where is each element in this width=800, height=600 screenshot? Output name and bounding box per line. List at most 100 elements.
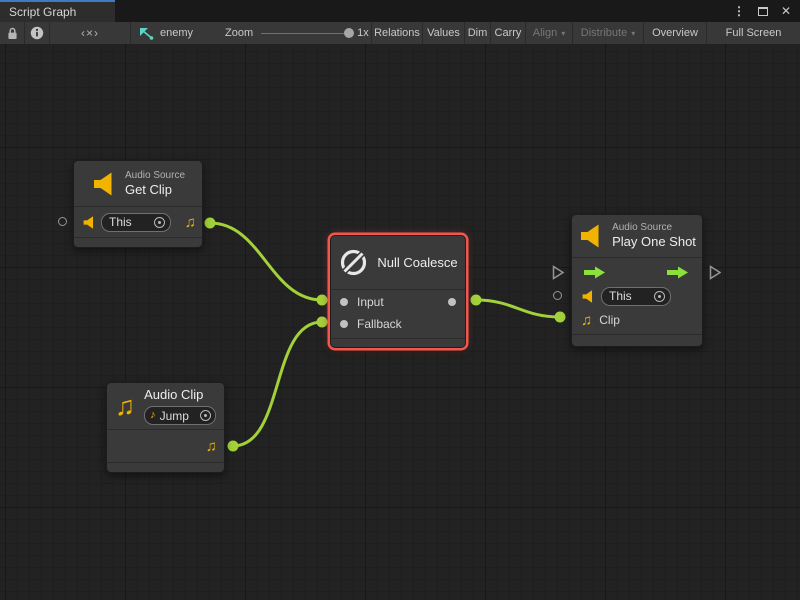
port-input-icon[interactable]	[340, 298, 348, 306]
null-coalesce-icon	[338, 247, 369, 278]
node-play-one-shot[interactable]: Audio Source Play One Shot	[571, 214, 703, 347]
object-picker-icon[interactable]	[654, 291, 665, 302]
zoom-value: 1x	[357, 27, 369, 39]
port-audioclip-output[interactable]	[228, 441, 239, 452]
zoom-slider[interactable]	[261, 33, 349, 34]
chevron-down-icon: ▾	[561, 29, 565, 38]
toolbar-middle: enemy Zoom 1x	[131, 22, 372, 44]
port-fallback-icon[interactable]	[340, 320, 348, 328]
relations-button[interactable]: Relations	[372, 22, 423, 44]
node-null-coalesce[interactable]: Null Coalesce Input Fallback	[330, 235, 466, 348]
zoom-label: Zoom	[225, 27, 253, 39]
object-picker-icon[interactable]	[154, 217, 165, 228]
script-graph-icon	[139, 27, 154, 40]
node-audio-clip[interactable]: ♫ Audio Clip ♪ Jump ♫	[106, 382, 225, 473]
wire-getclip-to-input[interactable]	[210, 223, 322, 300]
playoneshot-clip-row: ♫ Clip	[572, 308, 702, 332]
node-play-one-shot-header: Audio Source Play One Shot	[572, 215, 702, 258]
graph-reference[interactable]: enemy	[131, 27, 193, 40]
node-title: Null Coalesce	[377, 255, 457, 271]
getclip-this-field[interactable]: This	[101, 213, 171, 232]
flow-in-arrow-icon	[584, 266, 606, 279]
maximize-icon[interactable]	[758, 7, 768, 16]
chevron-down-icon: ▾	[631, 29, 635, 38]
audioclip-object-field[interactable]: ♪ Jump	[144, 406, 216, 425]
lock-button[interactable]	[0, 22, 25, 44]
align-label: Align	[533, 27, 557, 39]
relations-label: Relations	[374, 27, 420, 39]
tab-title: Script Graph	[9, 5, 76, 19]
fallback-port-row: Fallback	[331, 313, 465, 335]
inspector-button[interactable]	[25, 22, 50, 44]
audio-source-icon-small	[581, 290, 595, 303]
port-playoneshot-clip-connected[interactable]	[555, 312, 566, 323]
port-fallback-connected[interactable]	[317, 317, 328, 328]
carry-button[interactable]: Carry	[491, 22, 526, 44]
audio-source-icon-small	[82, 216, 96, 229]
control-flow-row	[572, 260, 702, 284]
node-footer	[107, 462, 224, 472]
audio-clip-type-icon: ♫	[185, 215, 196, 230]
input-port-row: Input	[331, 291, 465, 313]
code-view-button[interactable]: ‹×›	[50, 22, 131, 44]
dim-label: Dim	[468, 27, 488, 39]
clip-label: Clip	[599, 313, 620, 327]
zoom-slider-handle[interactable]	[344, 28, 354, 38]
input-label: Input	[357, 295, 384, 309]
tab-script-graph[interactable]: Script Graph	[0, 0, 115, 22]
graph-canvas[interactable]: Audio Source Get Clip This ♫ Null Co	[0, 44, 800, 600]
node-title: Play One Shot	[612, 234, 696, 250]
port-nullcoalesce-output[interactable]	[471, 295, 482, 306]
audio-clip-icon: ♫	[115, 393, 135, 420]
port-input-connected[interactable]	[317, 295, 328, 306]
get-clip-this-row: This ♫	[74, 207, 202, 237]
titlebar: Script Graph ⋮ ✕	[0, 0, 800, 22]
node-title: Get Clip	[125, 182, 185, 198]
overview-button[interactable]: Overview	[644, 22, 707, 44]
audio-clip-type-icon: ♫	[581, 313, 592, 328]
info-icon	[30, 26, 44, 40]
values-button[interactable]: Values	[423, 22, 465, 44]
node-audio-clip-header: ♫ Audio Clip ♪ Jump	[107, 383, 224, 430]
port-getclip-this-input[interactable]	[58, 217, 67, 226]
close-icon[interactable]: ✕	[781, 4, 791, 18]
node-get-clip-header: Audio Source Get Clip	[74, 161, 202, 207]
carry-label: Carry	[495, 27, 522, 39]
port-output-icon[interactable]	[448, 298, 456, 306]
fullscreen-button[interactable]: Full Screen	[707, 22, 800, 44]
audio-source-icon	[91, 172, 117, 196]
node-category: Audio Source	[125, 170, 185, 182]
node-title: Audio Clip	[144, 387, 216, 403]
node-get-clip[interactable]: Audio Source Get Clip This ♫	[73, 160, 203, 248]
audio-source-icon	[578, 224, 604, 248]
port-getclip-output[interactable]	[205, 218, 216, 229]
toolbar: ‹×› enemy Zoom 1x Relations Values Dim C…	[0, 22, 800, 44]
port-playoneshot-this-input[interactable]	[553, 291, 562, 300]
node-footer	[74, 237, 202, 247]
fullscreen-label: Full Screen	[726, 27, 782, 39]
wire-audioclip-to-fallback[interactable]	[233, 322, 322, 446]
node-footer	[572, 334, 702, 346]
port-flow-in-triangle[interactable]	[552, 265, 565, 280]
dim-button[interactable]: Dim	[465, 22, 491, 44]
audio-clip-type-icon: ♫	[206, 439, 217, 454]
wire-output-to-clip[interactable]	[476, 300, 560, 317]
lock-icon	[7, 27, 18, 40]
port-flow-out-triangle[interactable]	[709, 265, 722, 280]
distribute-label: Distribute	[581, 27, 627, 39]
playoneshot-this-row: This	[572, 284, 702, 308]
window-controls: ⋮ ✕	[733, 0, 800, 22]
align-dropdown[interactable]: Align ▾	[526, 22, 573, 44]
this-field-value: This	[609, 289, 632, 303]
graph-name-label: enemy	[160, 27, 193, 39]
fallback-label: Fallback	[357, 317, 402, 331]
code-view-icon: ‹×›	[81, 26, 99, 40]
playoneshot-this-field[interactable]: This	[601, 287, 671, 306]
object-picker-icon[interactable]	[200, 410, 211, 421]
this-field-value: This	[109, 215, 132, 229]
values-label: Values	[427, 27, 460, 39]
overview-label: Overview	[652, 27, 698, 39]
distribute-dropdown[interactable]: Distribute ▾	[573, 22, 644, 44]
menu-kebab-icon[interactable]: ⋮	[733, 4, 745, 18]
flow-out-arrow-icon	[667, 266, 689, 279]
